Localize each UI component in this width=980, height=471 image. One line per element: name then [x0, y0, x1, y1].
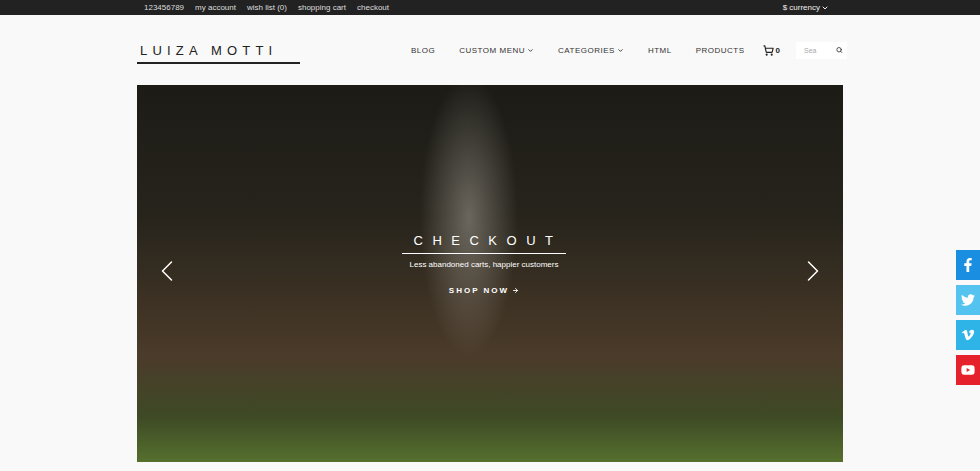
nav-item[interactable]: BLOG	[411, 46, 435, 55]
header: LUIZA MOTTI BLOG CUSTOM MENU CATEGORIES HTML…	[137, 15, 843, 85]
search-box	[796, 42, 847, 59]
vimeo-icon	[961, 328, 975, 342]
social-button[interactable]	[956, 320, 980, 350]
caret-down-icon	[821, 4, 829, 12]
social-button[interactable]	[956, 355, 980, 385]
top-link[interactable]: 123456789	[144, 3, 184, 12]
search-icon[interactable]	[836, 46, 843, 54]
caret-down-icon	[527, 47, 534, 54]
cart-button[interactable]: 0	[763, 45, 780, 56]
cart-icon	[763, 45, 774, 56]
facebook-icon	[961, 258, 975, 272]
chevron-left-icon	[149, 253, 185, 289]
hero-title: CHECKOUT	[402, 233, 567, 254]
chevron-right-icon	[795, 253, 831, 289]
top-links: 123456789 my account wish list (0) shopping…	[144, 3, 389, 12]
twitter-icon	[961, 293, 975, 307]
search-input[interactable]	[804, 47, 836, 54]
currency-selector[interactable]: $ currency	[783, 3, 829, 12]
hero-slider: CHECKOUT Less abandoned carts, happier cu…	[137, 85, 843, 462]
top-link[interactable]: shopping cart	[298, 3, 346, 12]
caret-down-icon	[617, 47, 624, 54]
nav-item[interactable]: CATEGORIES	[558, 46, 624, 55]
logo[interactable]: LUIZA MOTTI	[137, 43, 300, 64]
page: 123456789 my account wish list (0) shopping…	[0, 0, 980, 471]
top-link[interactable]: checkout	[357, 3, 389, 12]
prev-slide-button[interactable]	[149, 253, 185, 289]
top-link[interactable]: my account	[195, 3, 236, 12]
social-bar	[956, 250, 980, 385]
next-slide-button[interactable]	[795, 253, 831, 289]
top-link[interactable]: wish list (0)	[247, 3, 287, 12]
main-nav: BLOG CUSTOM MENU CATEGORIES HTML PRODUCTS 0	[411, 42, 847, 59]
nav-item[interactable]: HTML	[648, 46, 672, 55]
social-button[interactable]	[956, 250, 980, 280]
hero-subtitle: Less abandoned carts, happier customers	[410, 260, 559, 269]
shop-now-button[interactable]: SHOP NOW	[449, 286, 519, 295]
social-button[interactable]	[956, 285, 980, 315]
youtube-icon	[961, 363, 975, 377]
nav-item[interactable]: PRODUCTS	[696, 46, 745, 55]
hero-caption: CHECKOUT Less abandoned carts, happier cu…	[402, 233, 567, 295]
top-bar: 123456789 my account wish list (0) shopping…	[0, 0, 980, 15]
nav-item[interactable]: CUSTOM MENU	[459, 46, 534, 55]
top-bar-inner: 123456789 my account wish list (0) shopping…	[137, 0, 843, 15]
arrow-right-icon	[512, 287, 519, 294]
